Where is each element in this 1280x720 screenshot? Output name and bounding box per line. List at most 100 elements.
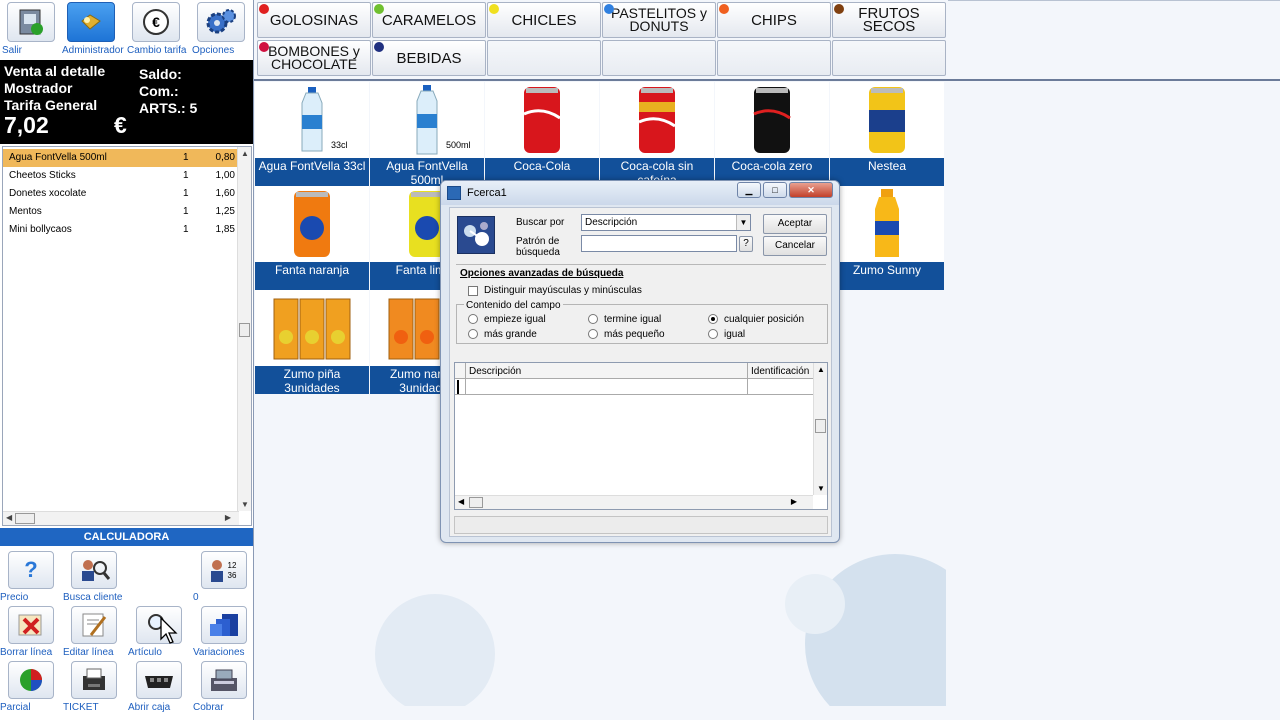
category-empty-slot <box>487 40 601 76</box>
scroll-thumb[interactable] <box>815 419 826 433</box>
edit-line-label: Editar línea <box>63 647 114 658</box>
user-numbers-button[interactable]: 12 36 0 <box>193 551 255 605</box>
grid-row[interactable] <box>455 379 813 395</box>
search-by-select[interactable]: Descripción ▼ <box>581 214 751 231</box>
scroll-right-icon[interactable]: ▶ <box>791 497 797 506</box>
product-coca-cola-zero[interactable]: Coca-cola zero <box>715 82 829 186</box>
search-client-button[interactable]: Busca cliente <box>63 551 125 605</box>
sale-type: Venta al detalle <box>4 63 106 79</box>
help-button[interactable]: ? <box>739 236 753 252</box>
divider <box>254 79 1280 81</box>
accept-button[interactable]: Aceptar <box>763 214 827 234</box>
search-client-icon <box>71 551 117 589</box>
category-label: FRUTOS SECOS <box>858 5 920 35</box>
calculator-button[interactable]: CALCULADORA <box>0 528 253 546</box>
grid-vertical-scrollbar[interactable]: ▲ ▼ <box>813 363 827 495</box>
scroll-thumb[interactable] <box>469 497 483 508</box>
open-drawer-button[interactable]: Abrir caja <box>128 661 190 715</box>
sale-info-panel: Venta al detalle Mostrador Tarifa Genera… <box>0 60 253 144</box>
pattern-input[interactable] <box>581 235 737 252</box>
edit-line-button[interactable]: Editar línea <box>63 606 125 660</box>
dialog-app-icon <box>447 186 461 200</box>
close-button[interactable]: ✕ <box>789 182 833 198</box>
column-header-id[interactable]: Identificación <box>751 366 809 377</box>
scroll-left-icon[interactable]: ◀ <box>458 497 464 506</box>
ticket-button[interactable]: TICKET <box>63 661 125 715</box>
scroll-down-icon[interactable]: ▼ <box>241 500 249 509</box>
results-grid[interactable]: Descripción Identificación ▲ ▼ ◀ ▶ <box>454 362 828 510</box>
top-toolbar: Salir Administrador € Cambio tarifa Opci… <box>2 2 252 60</box>
category-chips[interactable]: CHIPS <box>717 2 831 38</box>
ticket-lines-list[interactable]: Agua FontVella 500ml 1 0,80 Cheetos Stic… <box>2 146 252 526</box>
field-content-label: Contenido del campo <box>464 300 563 311</box>
product-coca-cola[interactable]: Coca-Cola <box>485 82 599 186</box>
admin-button[interactable]: Administrador <box>62 2 124 60</box>
charge-button[interactable]: Cobrar <box>193 661 255 715</box>
variations-button[interactable]: Variaciones <box>193 606 255 660</box>
category-pastelitos[interactable]: PASTELITOS y DONUTS <box>602 2 716 38</box>
minimize-icon: ▁ <box>745 184 753 195</box>
category-bombones[interactable]: BOMBONES y CHOCOLATE <box>257 40 371 76</box>
exit-button[interactable]: Salir <box>2 2 60 60</box>
change-tariff-button[interactable]: € Cambio tarifa <box>127 2 186 60</box>
ticket-line[interactable]: Mentos 1 1,25 <box>3 203 237 221</box>
options-button[interactable]: Opciones <box>192 2 250 60</box>
product-coca-cola-sin-cafeina[interactable]: Coca-cola sin cafeína <box>600 82 714 186</box>
case-sensitive-checkbox[interactable] <box>468 286 478 296</box>
scroll-thumb[interactable] <box>15 513 35 524</box>
category-empty-slot <box>832 40 946 76</box>
maximize-button[interactable]: □ <box>763 182 787 198</box>
product-nestea[interactable]: Nestea <box>830 82 944 186</box>
scroll-left-icon[interactable]: ◀ <box>6 513 12 522</box>
radio-ends-with[interactable] <box>588 314 598 324</box>
cancel-button[interactable]: Cancelar <box>763 236 827 256</box>
radio-greater[interactable] <box>468 329 478 339</box>
grid-horizontal-scrollbar[interactable]: ◀ ▶ <box>455 495 813 509</box>
price-button[interactable]: ? Precio <box>0 551 62 605</box>
radio-any-position[interactable] <box>708 314 718 324</box>
product-zumo-sunny[interactable]: Zumo Sunny <box>830 186 944 290</box>
euro-icon: € <box>132 2 180 42</box>
minimize-button[interactable]: ▁ <box>737 182 761 198</box>
radio-starts-with[interactable] <box>468 314 478 324</box>
lines-vertical-scrollbar[interactable]: ▲ ▼ <box>237 147 251 511</box>
line-qty: 1 <box>183 206 189 217</box>
column-header-description[interactable]: Descripción <box>469 366 521 377</box>
pattern-label: Patrón de búsqueda <box>516 236 560 258</box>
category-chicles[interactable]: CHICLES <box>487 2 601 38</box>
scroll-down-icon[interactable]: ▼ <box>817 484 825 493</box>
category-color-dot <box>604 4 614 14</box>
search-client-label: Busca cliente <box>63 592 123 603</box>
scroll-up-icon[interactable]: ▲ <box>817 365 825 374</box>
ticket-line[interactable]: Cheetos Sticks 1 1,00 <box>3 167 237 185</box>
scroll-up-icon[interactable]: ▲ <box>241 149 249 158</box>
product-name: Zumo Sunny <box>830 262 944 290</box>
product-agua-500ml[interactable]: 500ml Agua FontVella 500ml <box>370 82 484 186</box>
ticket-line[interactable]: Donetes xocolate 1 1,60 <box>3 185 237 203</box>
radio-equal[interactable] <box>708 329 718 339</box>
delete-line-icon <box>8 606 54 644</box>
delete-line-button[interactable]: Borrar línea <box>0 606 62 660</box>
category-golosinas[interactable]: GOLOSINAS <box>257 2 371 38</box>
product-zumo-pina[interactable]: Zumo piña 3unidades <box>255 290 369 394</box>
article-button[interactable]: Artículo <box>128 606 190 660</box>
product-fanta-naranja[interactable]: Fanta naranja <box>255 186 369 290</box>
category-frutos-secos[interactable]: FRUTOS SECOS <box>832 2 946 38</box>
category-caramelos[interactable]: CARAMELOS <box>372 2 486 38</box>
category-bebidas[interactable]: BEBIDAS <box>372 40 486 76</box>
fanta-can-icon <box>255 186 369 262</box>
line-price: 1,60 <box>215 188 235 199</box>
svg-text:36: 36 <box>228 571 237 580</box>
ticket-line[interactable]: Agua FontVella 500ml 1 0,80 <box>3 149 237 167</box>
nestea-can-icon <box>830 82 944 158</box>
dialog-titlebar[interactable]: Fcerca1 ▁ □ ✕ <box>441 181 839 205</box>
partial-button[interactable]: Parcial <box>0 661 62 715</box>
radio-smaller[interactable] <box>588 329 598 339</box>
ticket-line[interactable]: Mini bollycaos 1 1,85 <box>3 221 237 239</box>
chevron-down-icon[interactable]: ▼ <box>736 215 750 230</box>
scroll-thumb[interactable] <box>239 323 250 337</box>
lines-horizontal-scrollbar[interactable]: ◀ ▶ <box>3 511 239 525</box>
line-price: 1,00 <box>215 170 235 181</box>
product-agua-33cl[interactable]: 33cl Agua FontVella 33cl <box>255 82 369 186</box>
scroll-right-icon[interactable]: ▶ <box>225 513 231 522</box>
